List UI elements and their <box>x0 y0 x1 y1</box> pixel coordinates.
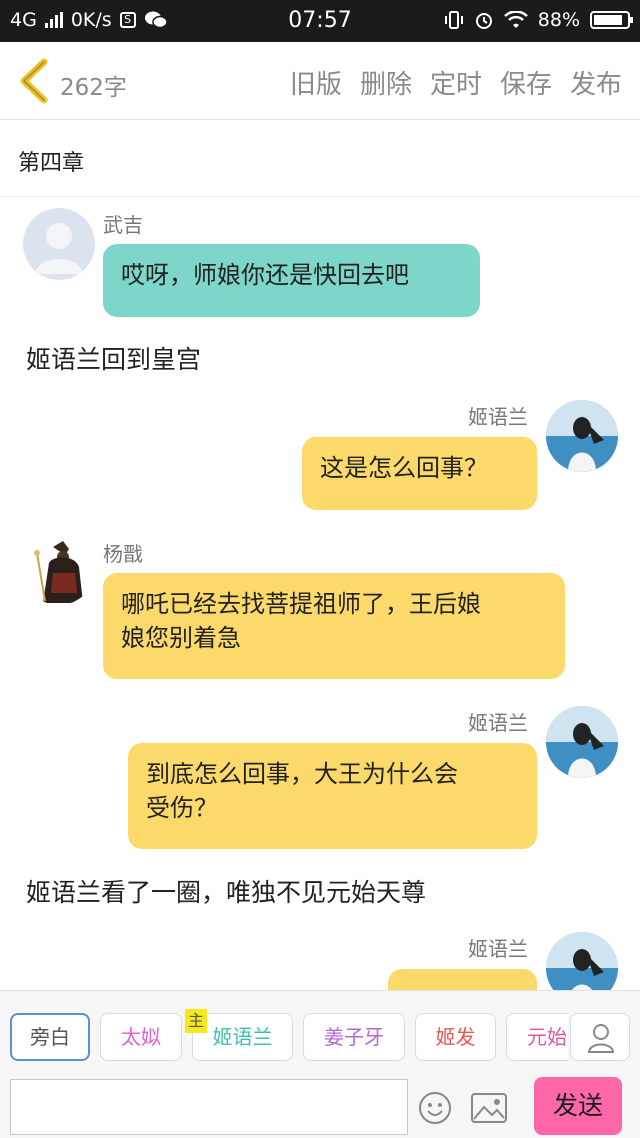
save-button[interactable]: 保存 <box>500 64 552 101</box>
portrait-woman-icon <box>546 706 618 778</box>
avatar-yangjian[interactable] <box>23 533 95 605</box>
default-user-icon <box>35 223 83 274</box>
speaker-name: 姬语兰 <box>468 405 528 429</box>
battery-icon <box>590 11 633 29</box>
character-selector: 旁白 太姒 姬语兰 姜子牙 姬发 元始 <box>0 1013 568 1063</box>
person-icon <box>587 1024 615 1053</box>
back-chevron-icon[interactable] <box>14 58 54 104</box>
battery-percent: 88% <box>537 9 580 31</box>
vibrate-icon <box>444 11 463 29</box>
status-bar: 4G 0K/s S 07:57 88% <box>0 0 640 42</box>
message-bubble[interactable]: 哪吒已经去找菩提祖师了，王后娘 娘您别着急 <box>103 573 565 679</box>
message-bubble[interactable]: 哎呀，师娘你还是快回去吧 <box>103 244 480 317</box>
narration-text[interactable]: 姬语兰回到皇宫 <box>26 340 201 376</box>
wifi-icon <box>503 11 528 28</box>
main-character-badge: 主 <box>185 1009 207 1033</box>
speaker-name: 武吉 <box>103 213 143 237</box>
message-line: 到底怎么回事，大王为什么会 <box>146 760 458 788</box>
avatar-jiyulan[interactable] <box>546 706 618 778</box>
character-chip-jiangziya[interactable]: 姜子牙 <box>303 1013 405 1061</box>
avatar-jiyulan[interactable] <box>546 400 618 472</box>
old-version-button[interactable]: 旧版 <box>290 64 342 101</box>
narration-text[interactable]: 姬语兰看了一圈，唯独不见元始天尊 <box>26 873 426 909</box>
portrait-woman-icon <box>546 400 618 472</box>
message-input[interactable] <box>10 1079 408 1135</box>
speaker-name: 杨戬 <box>103 542 143 566</box>
speaker-name: 姬语兰 <box>468 711 528 735</box>
message-line: 娘您别着急 <box>121 624 241 652</box>
message-line: 哪吒已经去找菩提祖师了，王后娘 <box>121 590 481 618</box>
alarm-icon <box>475 13 492 29</box>
message-bubble[interactable]: 到底怎么回事，大王为什么会 受伤？ <box>128 743 537 849</box>
send-button[interactable]: 发送 <box>534 1077 622 1135</box>
character-chip-jiyulan[interactable]: 姬语兰 <box>192 1013 293 1061</box>
speaker-name: 姬语兰 <box>468 937 528 961</box>
editor-header: 262字 旧版 删除 定时 保存 发布 <box>0 42 640 120</box>
publish-button[interactable]: 发布 <box>570 64 622 101</box>
portrait-woman-icon <box>546 932 618 990</box>
character-chip-narrator[interactable]: 旁白 <box>10 1013 90 1061</box>
header-actions: 旧版 删除 定时 保存 发布 <box>290 64 622 101</box>
manage-characters-button[interactable] <box>570 1013 630 1061</box>
character-chip-jifa[interactable]: 姬发 <box>415 1013 496 1061</box>
emoji-icon[interactable] <box>418 1091 452 1125</box>
character-chip-taisi[interactable]: 太姒 <box>100 1013 182 1061</box>
schedule-button[interactable]: 定时 <box>430 64 482 101</box>
chapter-title[interactable]: 第四章 <box>18 145 84 177</box>
message-bubble[interactable] <box>388 969 537 990</box>
compose-toolbar: 旁白 太姒 姬语兰 姜子牙 姬发 元始 主 发送 <box>0 990 640 1138</box>
chat-list[interactable]: 武吉 哎呀，师娘你还是快回去吧 姬语兰回到皇宫 姬语兰 这是怎么回事？ 杨戬 哪… <box>0 197 640 990</box>
character-chip-yuanshi[interactable]: 元始 <box>506 1013 568 1061</box>
message-bubble[interactable]: 这是怎么回事？ <box>302 437 537 510</box>
message-line: 受伤？ <box>146 794 218 822</box>
avatar-default-user[interactable] <box>23 208 95 280</box>
delete-button[interactable]: 删除 <box>360 64 412 101</box>
warrior-figure-icon <box>34 541 83 603</box>
image-icon[interactable] <box>470 1091 508 1125</box>
avatar-jiyulan[interactable] <box>546 932 618 990</box>
word-count: 262字 <box>60 75 127 101</box>
